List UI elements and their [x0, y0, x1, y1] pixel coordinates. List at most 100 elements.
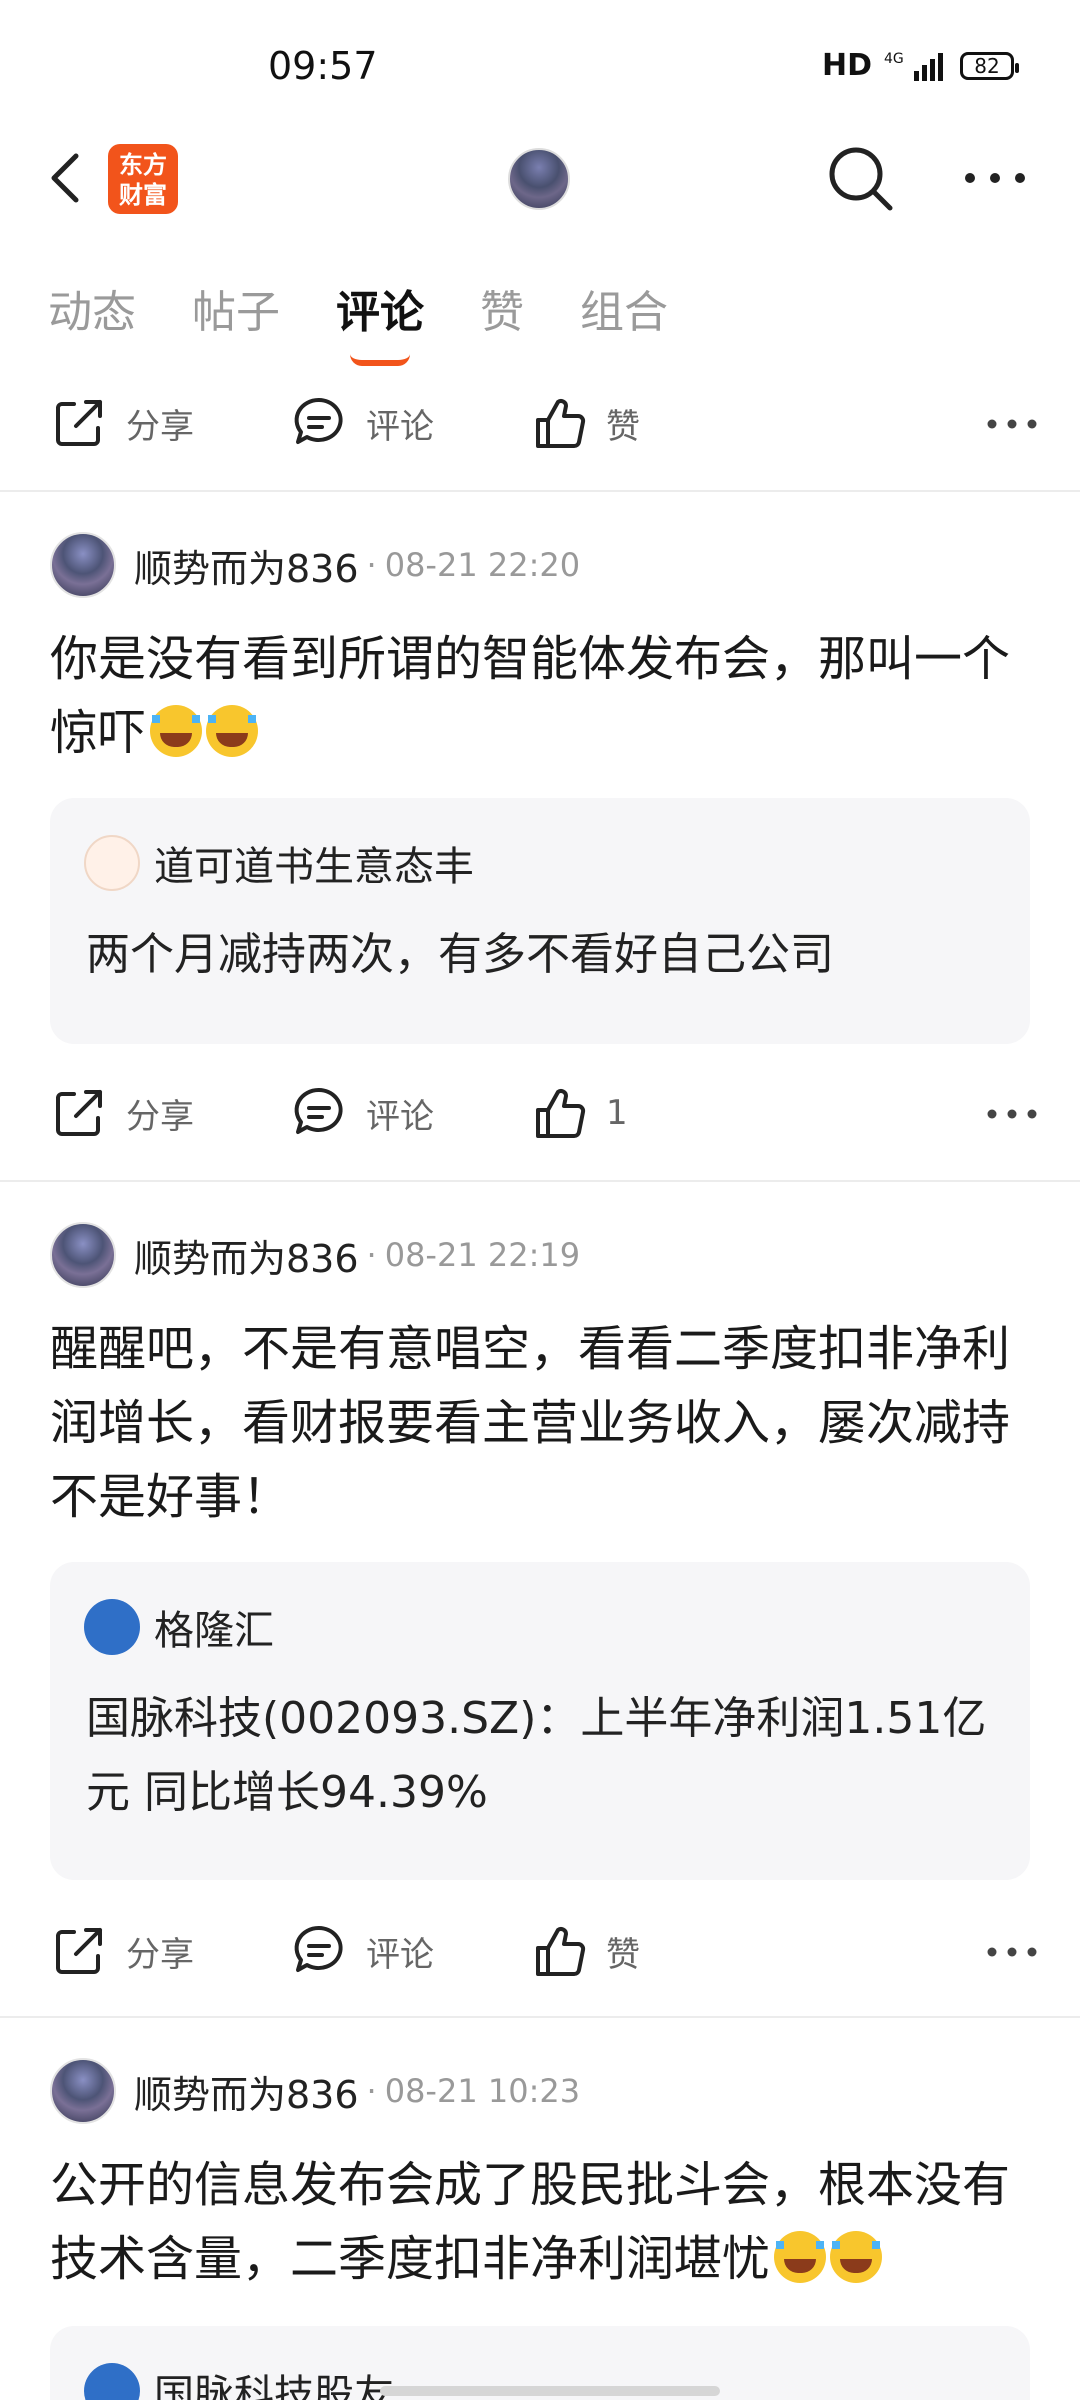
more-dots-icon — [987, 1947, 1037, 1957]
comment-button[interactable]: 评论 — [290, 1068, 434, 1158]
nav-bar: 东方财富 — [0, 130, 1080, 226]
comment-icon — [294, 1087, 343, 1134]
laughing-tears-emoji-icon — [206, 705, 259, 757]
comment-label: 评论 — [366, 1096, 434, 1137]
comment-button[interactable]: 评论 — [290, 378, 434, 468]
action-row: 分享 评论 赞 — [0, 1906, 1080, 1996]
tab-dynamic[interactable]: 动态 — [48, 276, 136, 340]
more-dots-icon — [987, 1109, 1037, 1119]
profile-avatar[interactable] — [508, 148, 570, 210]
quoted-post-header: 国脉科技股友 — [84, 2362, 394, 2400]
separator-dot: · — [366, 1236, 377, 1274]
status-bar: 09:57 HD 4G 82 — [0, 0, 1080, 130]
like-count: 1 — [606, 1093, 628, 1133]
share-button[interactable]: 分享 — [50, 378, 194, 468]
comment-time: 08-21 22:20 — [384, 546, 581, 584]
share-icon — [56, 1928, 102, 1974]
back-button[interactable] — [40, 150, 96, 206]
signal-icon: 4G — [884, 51, 943, 81]
page: 09:57 HD 4G 82 东方财富 动态 帖子 评论 赞 组合 分享 评论 … — [0, 0, 1080, 2400]
tab-comments-label: 评论 — [336, 287, 424, 338]
search-button[interactable] — [826, 144, 896, 214]
share-label: 分享 — [126, 406, 194, 447]
tab-posts[interactable]: 帖子 — [192, 276, 280, 340]
quoted-post-header: 格隆汇 — [84, 1598, 274, 1656]
thumbs-up-icon — [536, 1089, 586, 1138]
more-dots-icon — [965, 173, 1025, 183]
quoted-text: 两个月减持两次，有多不看好自己公司 — [86, 929, 834, 980]
share-button[interactable]: 分享 — [50, 1906, 194, 1996]
more-dots-icon — [987, 419, 1037, 429]
share-label: 分享 — [126, 1096, 194, 1137]
tab-comments[interactable]: 评论 — [336, 276, 424, 366]
quoted-text: 国脉科技(002093.SZ)：上半年净利润1.51亿元 同比增长94.39% — [86, 1693, 987, 1818]
avatar — [84, 1599, 140, 1655]
item-more-button[interactable] — [982, 404, 1042, 444]
tab-bar: 动态 帖子 评论 赞 组合 — [48, 276, 668, 366]
app-logo[interactable]: 东方财富 — [108, 144, 178, 214]
like-button[interactable]: 1 — [530, 1068, 628, 1158]
quoted-post[interactable]: 格隆汇 国脉科技(002093.SZ)：上半年净利润1.51亿元 同比增长94.… — [50, 1562, 1030, 1880]
share-icon — [56, 1090, 102, 1136]
status-time: 09:57 — [268, 44, 378, 88]
action-row: 分享 评论 赞 — [0, 378, 1080, 468]
laughing-tears-emoji-icon — [774, 2231, 827, 2283]
comment-text: 公开的信息发布会成了股民批斗会，根本没有技术含量，二季度扣非净利润堪忧 — [50, 2148, 1030, 2296]
like-label: 赞 — [606, 1934, 640, 1975]
divider — [0, 1180, 1080, 1182]
separator-dot: · — [366, 546, 377, 584]
share-label: 分享 — [126, 1934, 194, 1975]
comment-time: 08-21 10:23 — [384, 2072, 581, 2110]
laughing-tears-emoji-icon — [150, 705, 203, 757]
avatar — [84, 835, 140, 891]
divider — [0, 2016, 1080, 2018]
item-more-button[interactable] — [982, 1094, 1042, 1134]
thumbs-up-icon — [536, 1927, 586, 1976]
chevron-left-icon — [51, 153, 79, 203]
comment-author[interactable]: 顺势而为836 — [134, 1228, 359, 1283]
hd-indicator: HD — [821, 48, 872, 83]
quoted-post-header: 道可道书生意态丰 — [84, 834, 474, 892]
comment-header: 顺势而为836 · 08-21 22:20 — [50, 530, 580, 600]
quoted-author: 国脉科技股友 — [154, 2372, 394, 2400]
scroll-indicator — [380, 2386, 720, 2396]
comment-text: 你是没有看到所谓的智能体发布会，那叫一个惊吓 — [50, 622, 1030, 770]
share-icon — [56, 400, 102, 446]
comment-icon — [294, 1925, 343, 1972]
quoted-author: 道可道书生意态丰 — [154, 844, 474, 890]
quoted-post[interactable]: 道可道书生意态丰 两个月减持两次，有多不看好自己公司 — [50, 798, 1030, 1044]
svg-text:4G: 4G — [884, 51, 904, 67]
tab-likes[interactable]: 赞 — [480, 276, 524, 340]
share-button[interactable]: 分享 — [50, 1068, 194, 1158]
comment-label: 评论 — [366, 406, 434, 447]
status-indicators: HD 4G 82 — [821, 48, 1019, 83]
avatar — [84, 2363, 140, 2400]
comment-author[interactable]: 顺势而为836 — [134, 538, 359, 593]
more-button[interactable] — [960, 158, 1030, 198]
battery-icon: 82 — [960, 51, 1019, 80]
active-tab-indicator — [350, 354, 410, 366]
comment-label: 评论 — [366, 1934, 434, 1975]
comment-header: 顺势而为836 · 08-21 10:23 — [50, 2056, 580, 2126]
like-label: 赞 — [606, 406, 640, 447]
divider — [0, 490, 1080, 492]
comment-icon — [294, 397, 343, 444]
quoted-author: 格隆汇 — [154, 1608, 274, 1654]
comment-button[interactable]: 评论 — [290, 1906, 434, 1996]
action-row: 分享 评论 1 — [0, 1068, 1080, 1158]
comment-author[interactable]: 顺势而为836 — [134, 2064, 359, 2119]
avatar[interactable] — [50, 532, 116, 598]
separator-dot: · — [366, 2072, 377, 2110]
comment-text: 醒醒吧，不是有意唱空，看看二季度扣非净利润增长，看财报要看主营业务收入，屡次减持… — [50, 1321, 1011, 1525]
item-more-button[interactable] — [982, 1932, 1042, 1972]
thumbs-up-icon — [536, 399, 586, 448]
laughing-tears-emoji-icon — [830, 2231, 883, 2283]
comment-header: 顺势而为836 · 08-21 22:19 — [50, 1220, 580, 1290]
tab-portfolio[interactable]: 组合 — [580, 276, 668, 340]
like-button[interactable]: 赞 — [530, 378, 640, 468]
avatar[interactable] — [50, 2058, 116, 2124]
avatar[interactable] — [50, 1222, 116, 1288]
comment-time: 08-21 22:19 — [384, 1236, 581, 1274]
search-icon — [829, 147, 893, 211]
like-button[interactable]: 赞 — [530, 1906, 640, 1996]
